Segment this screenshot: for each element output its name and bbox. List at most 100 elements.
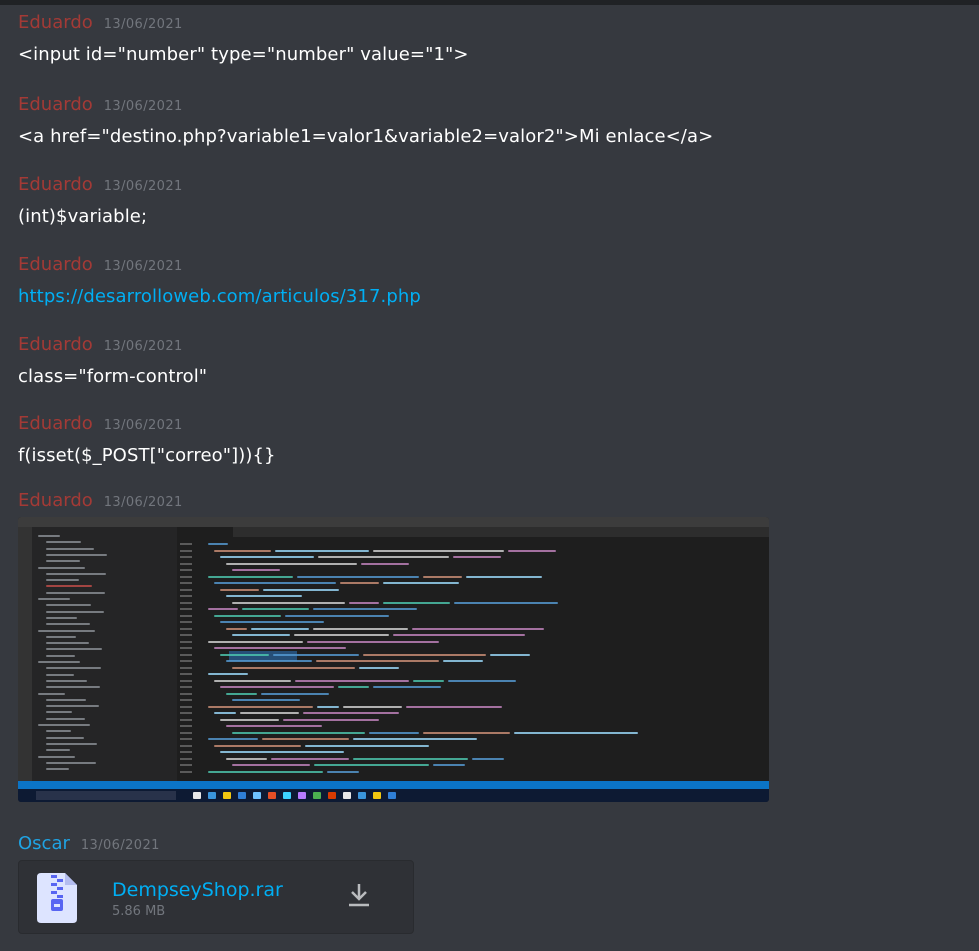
screenshot-line-number [180, 692, 192, 695]
screenshot-code-token [275, 549, 369, 552]
screenshot-code-token [423, 575, 462, 578]
screenshot-code-token [232, 666, 355, 669]
message: Eduardo 13/06/2021 <input id="number" ty… [18, 12, 469, 66]
message-link[interactable]: https://desarrolloweb.com/articulos/317.… [18, 286, 421, 307]
screenshot-taskbar-icon [268, 792, 276, 799]
screenshot-explorer-line [46, 635, 76, 638]
screenshot-line-number [180, 686, 192, 688]
screenshot-line-number [180, 712, 192, 714]
screenshot-code-token [220, 556, 314, 558]
screenshot-code-token [295, 679, 409, 682]
screenshot-code-token [369, 731, 419, 734]
screenshot-explorer-line [46, 654, 75, 657]
screenshot-explorer-line [46, 616, 77, 619]
screenshot-code-token [220, 588, 259, 591]
author-name[interactable]: Eduardo [18, 254, 93, 276]
screenshot-file-explorer [32, 527, 177, 781]
author-name[interactable]: Eduardo [18, 490, 93, 512]
screenshot-line-number [180, 608, 192, 610]
message-text: f(isset($_POST["correo"])){} [18, 445, 276, 466]
screenshot-code-token [220, 686, 334, 688]
screenshot-code-token [285, 614, 389, 617]
screenshot-code-token [208, 673, 248, 675]
screenshot-explorer-line [46, 679, 87, 682]
screenshot-tab-bar [177, 527, 769, 537]
timestamp: 13/06/2021 [103, 259, 183, 274]
screenshot-line-number [180, 556, 192, 558]
file-name-link[interactable]: DempseyShop.rar [112, 879, 283, 901]
screenshot-code-token [305, 744, 429, 747]
screenshot-code-token [208, 770, 323, 773]
message-text: <input id="number" type="number" value="… [18, 44, 469, 65]
screenshot-taskbar-icon [358, 792, 366, 799]
screenshot-code-token [220, 653, 269, 656]
screenshot-taskbar-icon [343, 792, 351, 799]
screenshot-explorer-line [38, 692, 65, 695]
screenshot-code-token [226, 660, 312, 662]
screenshot-line-number [180, 543, 192, 545]
screenshot-taskbar-icon [238, 792, 246, 799]
screenshot-code-token [226, 757, 267, 760]
message: Eduardo 13/06/2021 [18, 490, 183, 512]
screenshot-activity-bar [18, 527, 32, 781]
screenshot-line-number [180, 666, 192, 669]
screenshot-explorer-line [46, 742, 97, 745]
screenshot-code-token [303, 712, 399, 714]
screenshot-code-token [263, 588, 339, 591]
screenshot-taskbar-icon [298, 792, 306, 799]
screenshot-code-token [214, 549, 271, 552]
screenshot-taskbar-search [36, 791, 176, 800]
screenshot-line-number [180, 679, 192, 682]
screenshot-line-number [180, 764, 192, 766]
screenshot-code-token [226, 627, 247, 630]
screenshot-line-number [180, 744, 192, 747]
timestamp: 13/06/2021 [103, 495, 183, 510]
screenshot-code-token [361, 562, 409, 565]
screenshot-line-number [180, 588, 192, 591]
screenshot-taskbar-icon [208, 792, 216, 799]
screenshot-code-token [343, 705, 402, 708]
screenshot-explorer-line [38, 566, 85, 569]
screenshot-line-number [180, 718, 192, 721]
author-name[interactable]: Eduardo [18, 334, 93, 356]
screenshot-code-token [232, 764, 310, 766]
timestamp: 13/06/2021 [103, 179, 183, 194]
screenshot-taskbar-icon [388, 792, 396, 799]
screenshot-explorer-line [38, 724, 90, 726]
screenshot-code-token [208, 705, 313, 708]
screenshot-code-token [220, 621, 324, 623]
author-name[interactable]: Eduardo [18, 413, 93, 435]
screenshot-code-token [226, 725, 322, 727]
screenshot-code-token [297, 575, 419, 578]
screenshot-code-token [232, 601, 345, 604]
author-name[interactable]: Oscar [18, 833, 70, 855]
screenshot-code-token [307, 640, 439, 643]
screenshot-code-token [214, 744, 301, 747]
message: Eduardo 13/06/2021 <a href="destino.php?… [18, 94, 713, 148]
screenshot-code-token [208, 738, 258, 740]
screenshot-explorer-line [46, 648, 102, 651]
timestamp: 13/06/2021 [103, 99, 183, 114]
author-name[interactable]: Eduardo [18, 94, 93, 116]
screenshot-line-number [180, 562, 192, 565]
screenshot-explorer-line [46, 705, 99, 708]
screenshot-explorer-line [46, 541, 81, 544]
author-name[interactable]: Eduardo [18, 12, 93, 34]
top-bar [0, 0, 979, 5]
image-attachment[interactable] [18, 517, 769, 802]
screenshot-line-number [180, 673, 192, 675]
screenshot-taskbar-icon [373, 792, 381, 799]
screenshot-line-number [180, 738, 192, 740]
screenshot-titlebar [18, 517, 769, 527]
author-name[interactable]: Eduardo [18, 174, 93, 196]
screenshot-line-number [180, 731, 192, 734]
screenshot-code-token [383, 601, 450, 604]
timestamp: 13/06/2021 [103, 17, 183, 32]
screenshot-code-token [448, 679, 516, 682]
screenshot-explorer-line [46, 585, 92, 588]
screenshot-explorer-line [46, 698, 86, 701]
screenshot-explorer-line [46, 572, 106, 575]
screenshot-code-token [226, 692, 257, 695]
screenshot-code-token [226, 562, 357, 565]
download-icon[interactable] [345, 881, 373, 911]
